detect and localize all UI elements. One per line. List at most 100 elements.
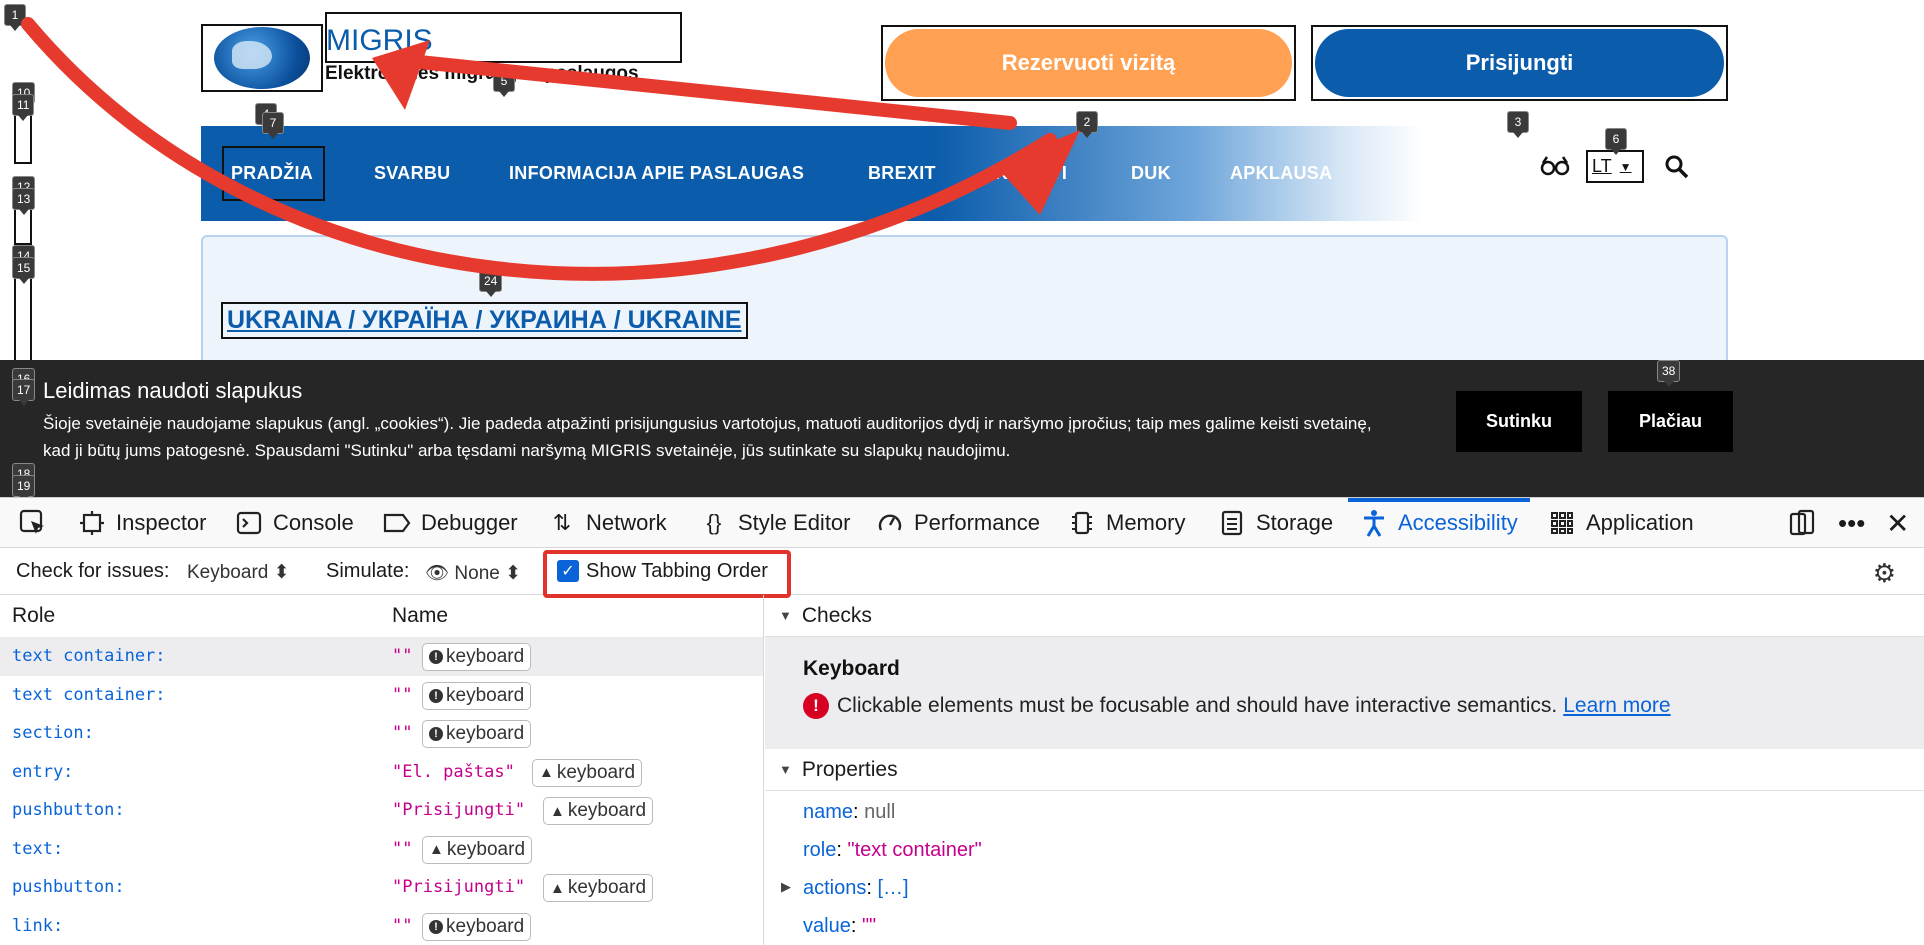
- check-issues-label: Check for issues:: [16, 560, 170, 582]
- tree-header: Role Name: [0, 595, 763, 637]
- show-tabbing-order-checkbox[interactable]: ✓: [557, 560, 579, 582]
- updown-icon: ⬍: [273, 562, 290, 583]
- storage-icon: [1218, 509, 1246, 537]
- more-options-icon[interactable]: •••: [1838, 498, 1865, 548]
- property-row[interactable]: ▶ actions: […]: [781, 877, 909, 900]
- inspector-icon: [78, 509, 106, 537]
- search-icon[interactable]: [1664, 154, 1690, 180]
- check-message: ! Clickable elements must be focusable a…: [803, 693, 1671, 719]
- column-role: Role: [12, 604, 56, 627]
- property-row[interactable]: value: "": [803, 915, 876, 938]
- tab-order-badge: 1: [4, 4, 26, 26]
- nav-item-services-info[interactable]: INFORMACIJA APIE PASLAUGAS: [509, 126, 804, 221]
- tree-row[interactable]: text: "" ▲ keyboard: [0, 830, 763, 869]
- error-icon: !: [429, 650, 443, 664]
- error-icon: !: [429, 688, 443, 703]
- column-name: Name: [392, 604, 449, 627]
- check-issues-select[interactable]: Keyboard ⬍: [187, 561, 290, 584]
- triangle-down-icon: ▼: [779, 762, 792, 777]
- home-focus-outline: [222, 146, 325, 201]
- tab-debugger[interactable]: Debugger: [383, 498, 518, 548]
- tab-storage[interactable]: Storage: [1218, 498, 1333, 548]
- checks-section-header[interactable]: ▼ Checks: [765, 595, 1924, 637]
- warning-icon: ▲: [550, 879, 565, 897]
- brand-subtitle: Elektroninės migracijos paslaugos: [325, 63, 639, 84]
- nav-item-faq[interactable]: DUK: [1131, 126, 1171, 221]
- learn-more-link[interactable]: Learn more: [1563, 694, 1670, 718]
- keyboard-badge[interactable]: ! keyboard: [422, 681, 532, 710]
- property-row[interactable]: role: "text container": [803, 839, 982, 862]
- tree-row[interactable]: section: "" ! keyboard: [0, 714, 763, 753]
- tab-application[interactable]: Application: [1548, 498, 1694, 548]
- simulate-select[interactable]: 👁 None ⬍: [425, 561, 521, 585]
- tab-order-badge: 7: [262, 112, 284, 134]
- tab-order-badge: 5: [493, 70, 515, 92]
- checks-body: Keyboard ! Clickable elements must be fo…: [765, 637, 1924, 749]
- highlight-box: [543, 550, 791, 598]
- keyboard-badge[interactable]: ▲ keyboard: [532, 758, 643, 787]
- properties-list: name: null role: "text container" ▶ acti…: [765, 791, 1924, 945]
- sidebar-panel: ▼ Checks Keyboard ! Clickable elements m…: [765, 595, 1924, 945]
- tab-order-badge: 15: [12, 257, 36, 279]
- simulate-label: Simulate:: [326, 560, 410, 582]
- application-grid-icon: [1548, 509, 1576, 537]
- close-icon[interactable]: ✕: [1886, 498, 1909, 548]
- updown-icon: ⬍: [505, 563, 522, 584]
- gear-icon[interactable]: ⚙: [1873, 558, 1896, 589]
- tree-row[interactable]: entry: "El. paštas" ▲ keyboard: [0, 753, 763, 792]
- tab-console[interactable]: Console: [235, 498, 354, 548]
- debugger-icon: [383, 509, 411, 537]
- tab-order-badge: 19: [12, 475, 36, 497]
- tree-row[interactable]: pushbutton: "Prisijungti" ▲ keyboard: [0, 868, 763, 907]
- accessibility-tree: Role Name text container: "" ! keyboard t…: [0, 595, 764, 945]
- responsive-design-icon[interactable]: [1788, 498, 1816, 548]
- book-visit-button[interactable]: Rezervuoti vizitą: [881, 25, 1296, 101]
- cookie-text: Šioje svetainėje naudojame slapukus (ang…: [43, 414, 1372, 460]
- main-navigation: PRADŽIA SVARBU INFORMACIJA APIE PASLAUGA…: [201, 126, 1728, 221]
- tab-accessibility[interactable]: Accessibility: [1348, 498, 1530, 548]
- tab-performance[interactable]: Performance: [876, 498, 1040, 548]
- keyboard-badge[interactable]: ! keyboard: [422, 643, 532, 671]
- tab-memory[interactable]: Memory: [1068, 498, 1185, 548]
- ukraine-headline-link[interactable]: UKRAINA / УКРАЇНА / УКРАИНА / UKRAINE: [221, 302, 748, 339]
- style-editor-icon: {}: [706, 510, 722, 535]
- tree-row[interactable]: link: "" ! keyboard: [0, 907, 763, 945]
- properties-section-header[interactable]: ▼ Properties: [765, 749, 1924, 791]
- keyboard-badge[interactable]: ▲ keyboard: [543, 797, 654, 825]
- nav-item-brexit[interactable]: BREXIT: [868, 126, 936, 221]
- chevron-down-icon: ▼: [1619, 159, 1632, 174]
- accessibility-glasses-icon[interactable]: [1540, 152, 1570, 183]
- keyboard-badge[interactable]: ! keyboard: [422, 912, 532, 941]
- keyboard-badge[interactable]: ! keyboard: [422, 720, 532, 748]
- property-row[interactable]: name: null: [803, 801, 895, 824]
- warning-icon: ▲: [539, 764, 554, 781]
- tab-network[interactable]: ⇅ Network: [548, 498, 667, 548]
- tree-row[interactable]: text container: "" ! keyboard: [0, 676, 763, 715]
- tab-order-badge: 6: [1605, 128, 1627, 150]
- pick-element-icon[interactable]: [18, 498, 48, 548]
- tree-row[interactable]: text container: "" ! keyboard: [0, 637, 763, 676]
- warning-icon: ▲: [429, 841, 444, 858]
- keyboard-badge[interactable]: ▲ keyboard: [543, 874, 654, 902]
- memory-chip-icon: [1068, 509, 1096, 537]
- nav-item-survey[interactable]: APKLAUSA: [1230, 126, 1332, 221]
- warning-icon: ▲: [550, 802, 565, 820]
- brand-title[interactable]: MIGRIS: [326, 24, 433, 58]
- tab-order-badge: 11: [12, 94, 35, 116]
- network-icon: ⇅: [552, 510, 572, 535]
- tab-style-editor[interactable]: {} Style Editor: [700, 498, 851, 548]
- tree-row[interactable]: pushbutton: "Prisijungti" ▲ keyboard: [0, 791, 763, 830]
- nav-item-invite[interactable]: KVIESTI: [995, 126, 1067, 221]
- tab-order-badge: 3: [1507, 111, 1529, 133]
- migris-logo[interactable]: [201, 24, 323, 92]
- cookie-more-button[interactable]: Plačiau: [1608, 391, 1733, 452]
- tab-order-badge: 38: [1657, 360, 1681, 382]
- error-icon: !: [429, 727, 443, 741]
- cookie-title: Leidimas naudoti slapukus: [43, 378, 303, 403]
- login-button[interactable]: Prisijungti: [1311, 25, 1728, 101]
- tab-inspector[interactable]: Inspector: [78, 498, 207, 548]
- keyboard-badge[interactable]: ▲ keyboard: [422, 835, 533, 864]
- cookie-accept-button[interactable]: Sutinku: [1456, 391, 1582, 452]
- nav-item-important[interactable]: SVARBU: [374, 126, 450, 221]
- check-title: Keyboard: [803, 657, 900, 680]
